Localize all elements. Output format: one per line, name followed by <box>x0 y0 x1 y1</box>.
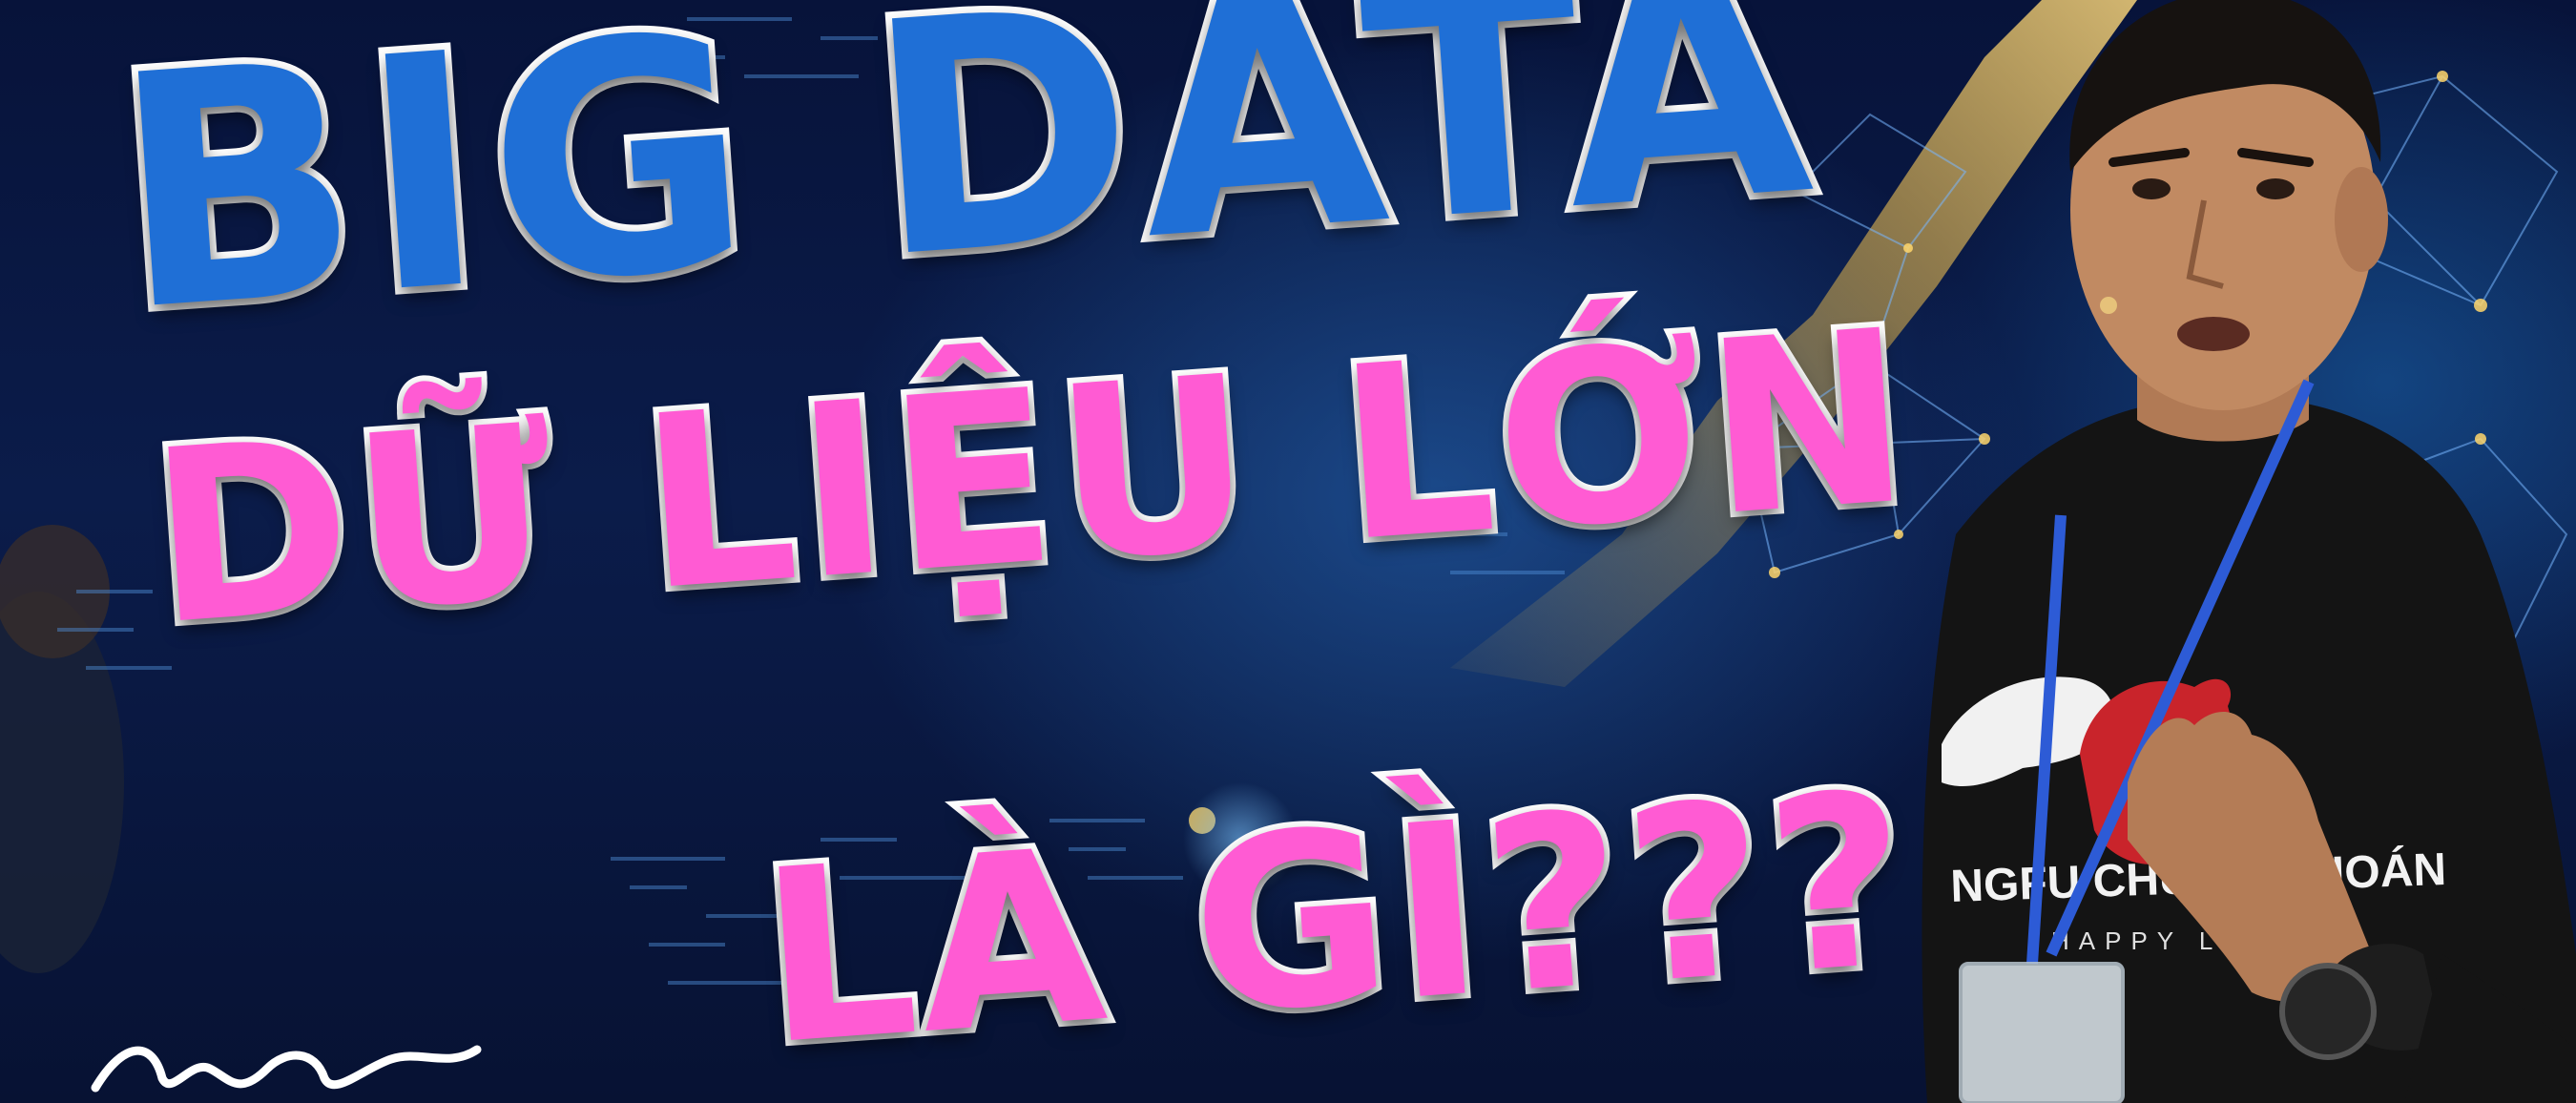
wristwatch <box>2279 963 2377 1060</box>
thumbnail-canvas: NGFU CHỨNG KHOÁN HAPPY LIVE BIG DATA DỮ … <box>0 0 2576 1103</box>
signature-scribble <box>91 1045 482 1093</box>
badge-holder <box>1959 962 2125 1103</box>
